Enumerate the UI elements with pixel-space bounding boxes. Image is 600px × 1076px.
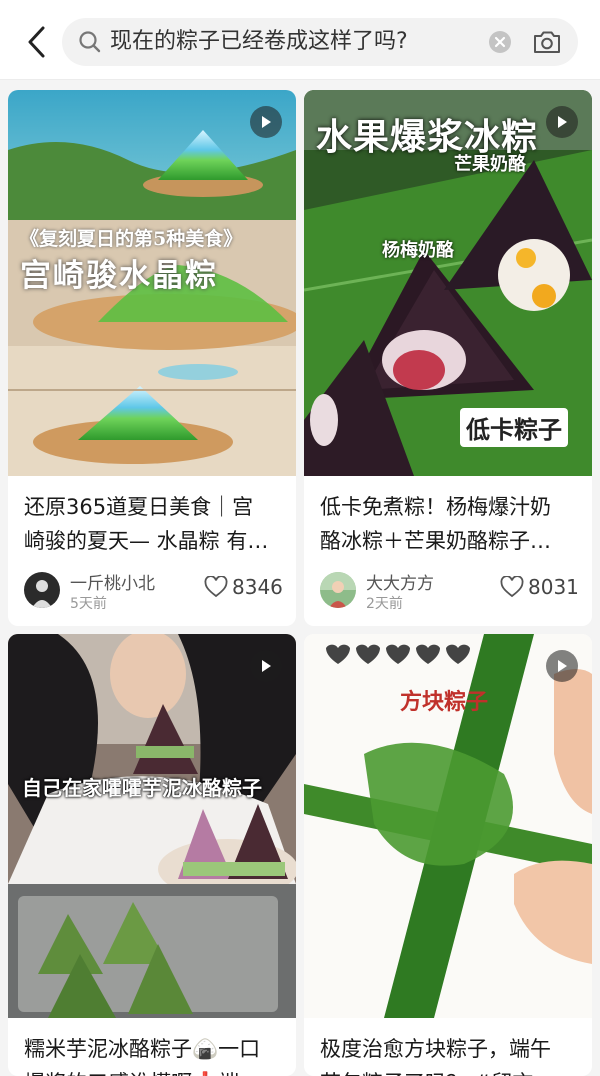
card-title-line1: 糯米芋泥冰酪粽子🍙一口	[24, 1037, 261, 1061]
card-title-line2: 酪冰粽＋芒果奶酪粽子…	[320, 529, 551, 553]
card-title-line2: 崎骏的夏天— 水晶粽 有…	[24, 529, 269, 553]
label-bayberry: 杨梅奶酪	[382, 240, 454, 261]
back-button[interactable]	[18, 22, 54, 62]
feed-card[interactable]: 水果爆浆冰粽 芒果奶酪 杨梅奶酪 低卡粽子 低卡免煮粽！杨梅爆汁奶 酪冰粽＋芒果…	[304, 90, 592, 626]
card-title-line2: 节包粽子了吗？ #留言	[320, 1066, 580, 1076]
search-query[interactable]: 现在的粽子已经卷成这样了吗?	[110, 28, 408, 56]
camera-icon[interactable]	[532, 28, 562, 56]
post-time: 2天前	[366, 596, 403, 612]
cover-title: 自己在家嚯嚯芋泥冰酪粽子	[22, 776, 262, 800]
author-name[interactable]: 大大方方	[366, 569, 434, 594]
video-play-icon	[546, 106, 578, 138]
heart-icon	[204, 576, 228, 598]
label-lowcal: 低卡粽子	[460, 408, 568, 447]
like-count: 8031	[528, 575, 579, 599]
card-title-line1: 极度治愈方块粽子，端午	[320, 1037, 551, 1061]
top-bar: 现在的粽子已经卷成这样了吗?	[0, 0, 600, 80]
video-play-icon	[250, 650, 282, 682]
cover-title: 方块粽子	[400, 689, 489, 715]
video-play-icon	[546, 650, 578, 682]
like-count: 8346	[232, 575, 283, 599]
heart-icon	[500, 576, 524, 598]
video-play-icon	[250, 106, 282, 138]
author-name[interactable]: 一斤桃小北	[70, 569, 155, 594]
card-title-line1: 还原365道夏日美食｜宫	[24, 495, 254, 519]
card-title-line2: 爆浆的口感谁懂啊❗️端	[24, 1066, 284, 1076]
label-mango: 芒果奶酪	[454, 154, 526, 175]
feed-card[interactable]: 方块粽子 极度治愈方块粽子，端午 节包粽子了吗？ #留言	[304, 634, 592, 1076]
card-title-line1: 低卡免煮粽！杨梅爆汁奶	[320, 495, 551, 519]
like-button[interactable]: 8031	[500, 575, 579, 599]
feed-card[interactable]: 《复刻夏日的第5种美食》 宫崎骏水晶粽 还原365道夏日美食｜宫 崎骏的夏天— …	[8, 90, 296, 626]
clear-icon[interactable]	[488, 30, 512, 54]
chevron-left-icon	[28, 26, 45, 58]
card-cover-image[interactable]: 《复刻夏日的第5种美食》 宫崎骏水晶粽	[8, 90, 296, 476]
card-cover-image[interactable]: 方块粽子	[304, 634, 592, 1018]
post-time: 5天前	[70, 596, 107, 612]
like-button[interactable]: 8346	[204, 575, 283, 599]
avatar[interactable]	[320, 572, 356, 608]
cover-title: 宫崎骏水晶粽	[20, 258, 218, 294]
feed-card[interactable]: 自己在家嚯嚯芋泥冰酪粽子 糯米芋泥冰酪粽子🍙一口 爆浆的口感谁懂啊❗️端	[8, 634, 296, 1076]
card-cover-image[interactable]: 水果爆浆冰粽 芒果奶酪 杨梅奶酪 低卡粽子	[304, 90, 592, 476]
avatar[interactable]	[24, 572, 60, 608]
search-icon	[79, 31, 101, 53]
search-bar[interactable]: 现在的粽子已经卷成这样了吗?	[62, 18, 578, 66]
card-cover-image[interactable]: 自己在家嚯嚯芋泥冰酪粽子	[8, 634, 296, 1018]
cover-subtitle: 《复刻夏日的第5种美食》	[20, 228, 243, 250]
